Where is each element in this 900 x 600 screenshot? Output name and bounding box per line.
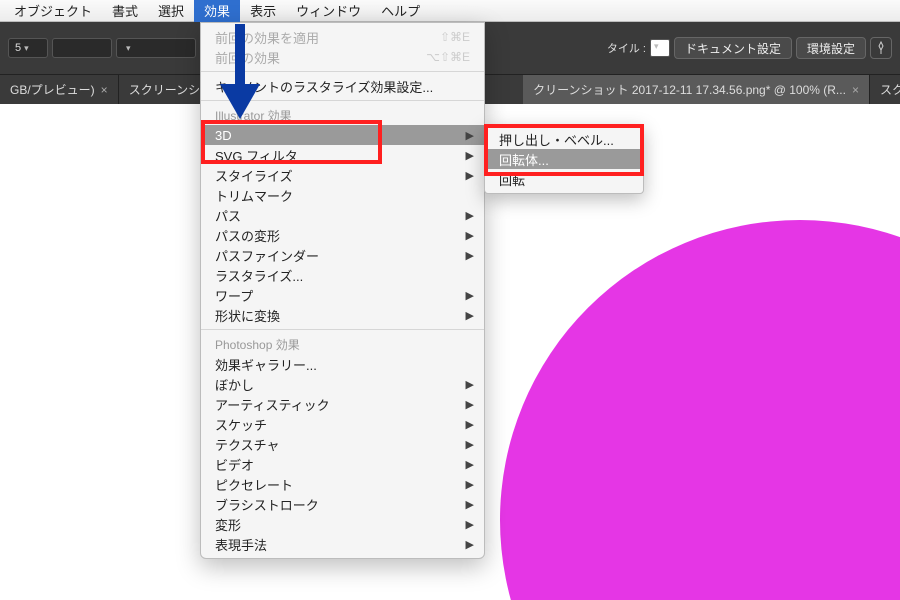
menu-label: 押し出し・ベベル... [499, 130, 614, 149]
close-icon[interactable]: × [101, 83, 108, 97]
menubar-select[interactable]: 選択 [148, 0, 194, 22]
document-setup-button[interactable]: ドキュメント設定 [674, 37, 792, 59]
menu-label: アーティスティック [215, 395, 330, 414]
chevron-right-icon: ▶ [466, 309, 474, 322]
pink-circle-shape[interactable] [500, 220, 900, 600]
tab-label: クリーンショット 2017-12-11 17.34.56.png* @ 100%… [533, 81, 846, 98]
chevron-right-icon: ▶ [466, 518, 474, 531]
pin-icon[interactable] [870, 37, 892, 59]
toolbar-field-2[interactable] [116, 38, 196, 58]
close-icon[interactable]: × [852, 83, 859, 97]
menu-label: ビデオ [215, 455, 254, 474]
annotation-arrow-icon [210, 24, 270, 129]
document-tab[interactable]: スクリーンショッ [870, 75, 900, 105]
menu-label: パスの変形 [215, 226, 280, 245]
menu-label: 3D [215, 128, 232, 143]
menu-pathfinder[interactable]: パスファインダー ▶ [201, 245, 484, 265]
menubar-view[interactable]: 表示 [240, 0, 286, 22]
submenu-rotate[interactable]: 回転 [485, 169, 643, 189]
menubar-object[interactable]: オブジェクト [4, 0, 102, 22]
menu-label: 回転 [499, 170, 525, 189]
menu-blur[interactable]: ぼかし ▶ [201, 374, 484, 394]
menu-label: 形状に変換 [215, 306, 280, 325]
submenu-extrude-bevel[interactable]: 押し出し・ベベル... [485, 129, 643, 149]
menu-label: ブラシストローク [215, 495, 319, 514]
document-tab[interactable]: GB/プレビュー) × [0, 75, 119, 105]
chevron-right-icon: ▶ [466, 249, 474, 262]
chevron-right-icon: ▶ [466, 378, 474, 391]
menu-stylize[interactable]: スタイライズ ▶ [201, 165, 484, 185]
menu-label: 変形 [215, 515, 241, 534]
menu-label: ワープ [215, 286, 253, 305]
menu-artistic[interactable]: アーティスティック ▶ [201, 394, 484, 414]
menu-label: スケッチ [215, 415, 267, 434]
tab-label: GB/プレビュー) [10, 81, 95, 98]
menubar-window[interactable]: ウィンドウ [286, 0, 371, 22]
menu-label: ぼかし [215, 375, 254, 394]
menu-label: トリムマーク [215, 186, 293, 205]
menu-sketch[interactable]: スケッチ ▶ [201, 414, 484, 434]
section-photoshop-effects: Photoshop 効果 [201, 334, 484, 354]
menu-video[interactable]: ビデオ ▶ [201, 454, 484, 474]
menu-label: 回転体... [499, 150, 549, 169]
separator [201, 329, 484, 330]
submenu-revolve[interactable]: 回転体... [485, 149, 643, 169]
menu-path[interactable]: パス ▶ [201, 205, 484, 225]
chevron-right-icon: ▶ [466, 478, 474, 491]
chevron-right-icon: ▶ [466, 169, 474, 182]
menu-label: テクスチャ [215, 435, 279, 454]
menu-rasterize[interactable]: ラスタライズ... [201, 265, 484, 285]
menu-pixelate[interactable]: ピクセレート ▶ [201, 474, 484, 494]
chevron-right-icon: ▶ [466, 289, 474, 302]
chevron-right-icon: ▶ [466, 418, 474, 431]
chevron-right-icon: ▶ [466, 209, 474, 222]
menubar-effect[interactable]: 効果 [194, 0, 240, 22]
menu-distort[interactable]: 変形 ▶ [201, 514, 484, 534]
menubar-help[interactable]: ヘルプ [371, 0, 430, 22]
chevron-right-icon: ▶ [466, 458, 474, 471]
menu-label: ピクセレート [215, 475, 293, 494]
menu-label: SVG フィルタ [215, 146, 298, 165]
menu-distort-transform[interactable]: パスの変形 ▶ [201, 225, 484, 245]
tab-label: スクリーンショッ [880, 81, 900, 98]
submenu-3d: 押し出し・ベベル... 回転体... 回転 [484, 124, 644, 194]
chevron-right-icon: ▶ [466, 538, 474, 551]
menu-label: パス [215, 206, 241, 225]
preferences-button[interactable]: 環境設定 [796, 37, 866, 59]
shortcut: ⇧⌘E [440, 30, 470, 44]
menu-warp[interactable]: ワープ ▶ [201, 285, 484, 305]
menu-label: パスファインダー [215, 246, 319, 265]
chevron-right-icon: ▶ [466, 398, 474, 411]
chevron-right-icon: ▶ [466, 129, 474, 142]
menu-label: ラスタライズ... [215, 266, 303, 285]
toolbar-field-1[interactable] [52, 38, 112, 58]
shortcut: ⌥⇧⌘E [426, 50, 470, 64]
chevron-right-icon: ▶ [466, 229, 474, 242]
menubar-type[interactable]: 書式 [102, 0, 148, 22]
menu-label: 効果ギャラリー... [215, 355, 317, 374]
toolbar-dropdown-left[interactable]: 5 [8, 38, 48, 58]
chevron-right-icon: ▶ [466, 438, 474, 451]
style-label: タイル : [607, 40, 646, 56]
menu-convert-to-shape[interactable]: 形状に変換 ▶ [201, 305, 484, 325]
menu-label: スタイライズ [215, 166, 293, 185]
menu-texture[interactable]: テクスチャ ▶ [201, 434, 484, 454]
menu-label: 表現手法 [215, 535, 267, 554]
chevron-right-icon: ▶ [466, 149, 474, 162]
menu-svg-filters[interactable]: SVG フィルタ ▶ [201, 145, 484, 165]
system-menubar: オブジェクト 書式 選択 効果 表示 ウィンドウ ヘルプ [0, 0, 900, 22]
style-swatch[interactable] [650, 39, 670, 57]
menu-effect-gallery[interactable]: 効果ギャラリー... [201, 354, 484, 374]
menu-brush-strokes[interactable]: ブラシストローク ▶ [201, 494, 484, 514]
menu-stylize-ps[interactable]: 表現手法 ▶ [201, 534, 484, 554]
document-tab-active[interactable]: クリーンショット 2017-12-11 17.34.56.png* @ 100%… [523, 75, 870, 105]
menu-trim-marks[interactable]: トリムマーク [201, 185, 484, 205]
chevron-right-icon: ▶ [466, 498, 474, 511]
